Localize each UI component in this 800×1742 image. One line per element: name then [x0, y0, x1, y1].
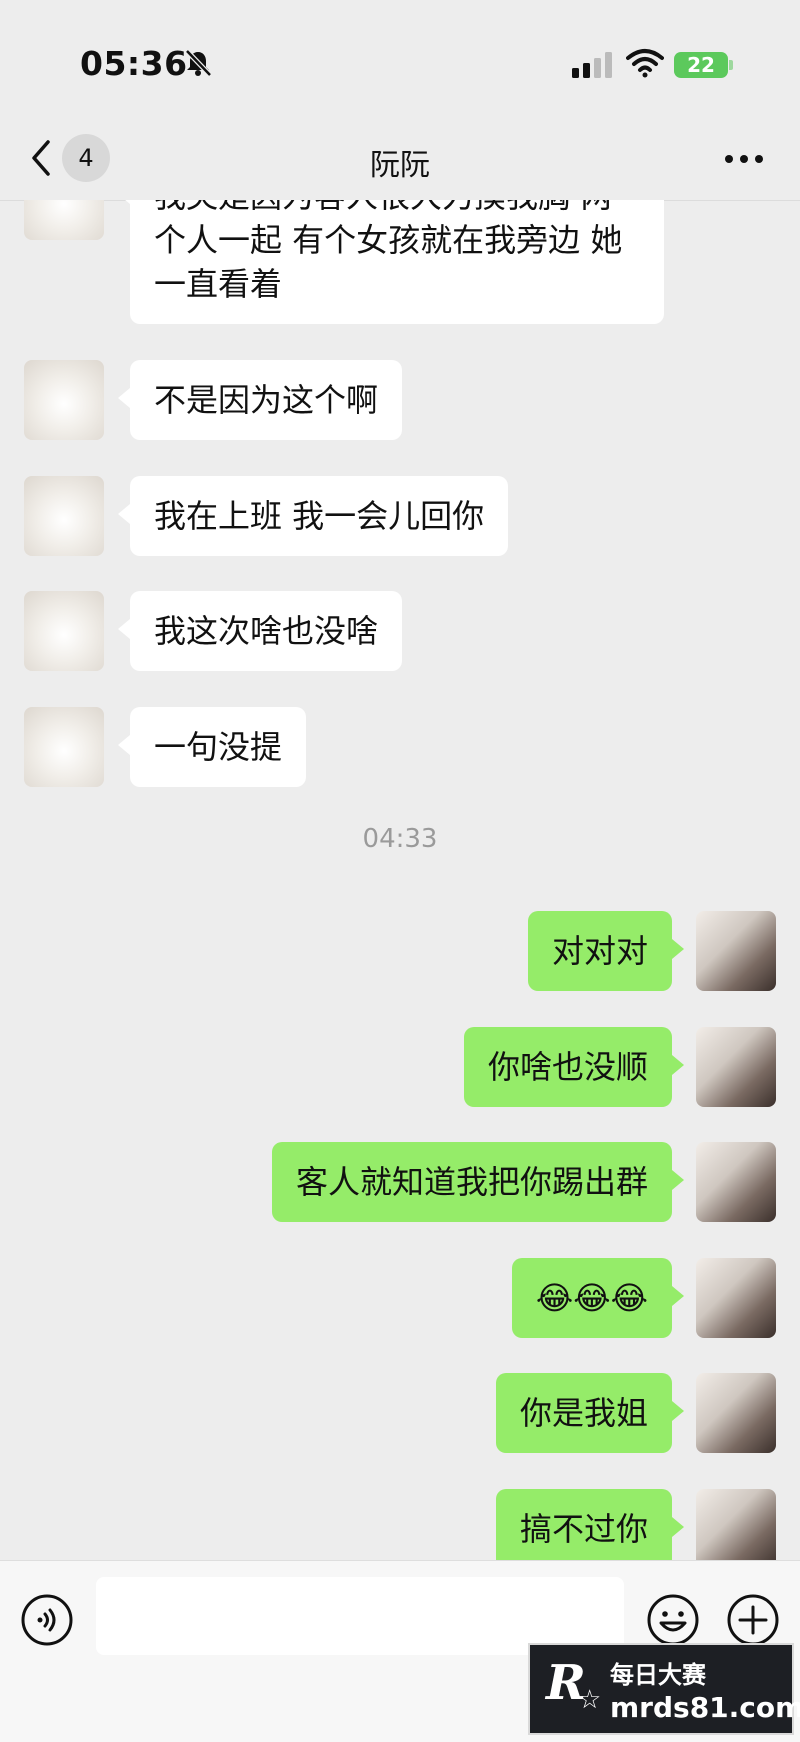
- my-avatar[interactable]: [696, 1142, 776, 1222]
- outgoing-message[interactable]: 客人就知道我把你踢出群: [271, 1142, 685, 1222]
- contact-avatar[interactable]: [24, 591, 104, 671]
- watermark-title: 每日大赛: [610, 1661, 706, 1689]
- emoji-icon[interactable]: [646, 1593, 700, 1647]
- contact-avatar[interactable]: [24, 707, 104, 787]
- more-options-icon[interactable]: [724, 154, 764, 164]
- incoming-message[interactable]: 我在上班 我一会儿回你: [117, 476, 509, 556]
- status-bar: 05:36 22: [0, 0, 800, 120]
- message-list[interactable]: 我哭是因为客人很大力摸我胸 两 个人一起 有个女孩就在我旁边 她 一直看着 不是…: [0, 200, 800, 1560]
- incoming-message[interactable]: 我这次啥也没啥: [117, 591, 403, 671]
- cellular-signal-icon: [572, 52, 612, 78]
- chat-header: 4 阮阮: [0, 120, 800, 201]
- incoming-message[interactable]: 一句没提: [117, 707, 307, 787]
- voice-input-icon[interactable]: [20, 1593, 74, 1647]
- outgoing-message[interactable]: 对对对: [527, 911, 685, 991]
- message-timestamp: 04:33: [362, 824, 438, 854]
- outgoing-message[interactable]: 😂😂😂: [511, 1258, 685, 1338]
- battery-indicator: 22: [674, 52, 728, 78]
- wifi-icon: [626, 49, 664, 78]
- outgoing-message[interactable]: 搞不过你: [495, 1489, 685, 1560]
- watermark-logo: R ☆ 每日大赛 mrds81.com: [528, 1643, 800, 1735]
- battery-tip: [729, 60, 733, 70]
- contact-avatar[interactable]: [24, 360, 104, 440]
- my-avatar[interactable]: [696, 1258, 776, 1338]
- star-icon: ☆: [578, 1685, 602, 1715]
- my-avatar[interactable]: [696, 911, 776, 991]
- incoming-message[interactable]: 我哭是因为客人很大力摸我胸 两 个人一起 有个女孩就在我旁边 她 一直看着: [118, 200, 664, 324]
- watermark-url: mrds81.com: [610, 1691, 800, 1724]
- contact-avatar[interactable]: [24, 476, 104, 556]
- status-time: 05:36: [80, 44, 188, 83]
- contact-avatar[interactable]: [24, 200, 104, 240]
- bell-muted-icon: [185, 49, 212, 77]
- outgoing-message[interactable]: 你啥也没顺: [463, 1027, 685, 1107]
- my-avatar[interactable]: [696, 1373, 776, 1453]
- my-avatar[interactable]: [696, 1027, 776, 1107]
- incoming-message[interactable]: 不是因为这个啊: [117, 360, 403, 440]
- outgoing-message[interactable]: 你是我姐: [495, 1373, 685, 1453]
- my-avatar[interactable]: [696, 1489, 776, 1560]
- chat-title: 阮阮: [370, 148, 430, 183]
- plus-icon[interactable]: [726, 1593, 780, 1647]
